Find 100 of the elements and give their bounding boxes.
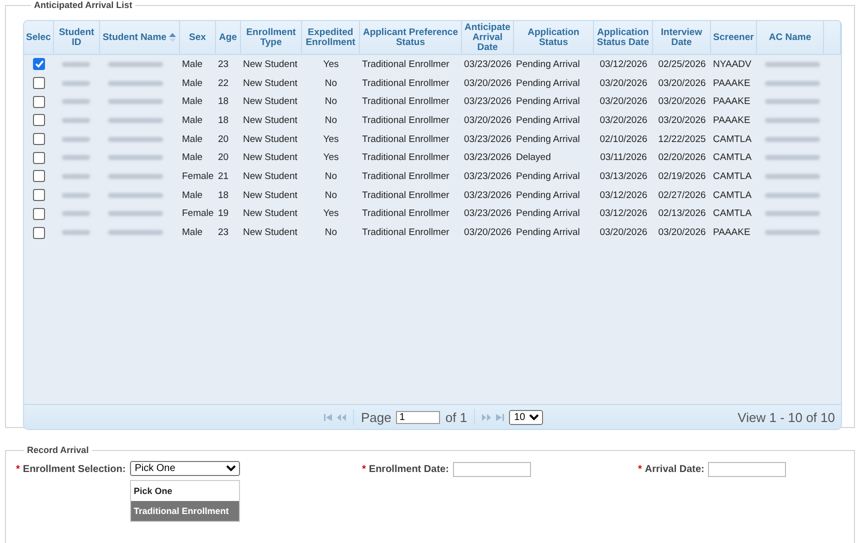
row-checkbox[interactable] [33, 170, 45, 182]
table-cell: Male [182, 190, 203, 201]
column-header[interactable]: Student ID [54, 21, 100, 54]
column-header[interactable]: Age [216, 21, 241, 54]
table-cell: 03/23/2026 [464, 58, 512, 70]
table-cell: 02/25/2026 [658, 58, 706, 70]
table-cell: Traditional Enrollmer [362, 227, 450, 238]
row-checkbox[interactable] [33, 152, 45, 164]
blurred-text [62, 136, 90, 142]
table-cell: Traditional Enrollmer [362, 208, 450, 220]
table-cell: Pending Arrival [516, 227, 580, 238]
table-cell: 20 [218, 134, 229, 145]
table-cell: No [324, 114, 338, 126]
field-label: Arrival Date: [644, 464, 704, 475]
column-header[interactable]: Application Status Date [594, 21, 653, 54]
row-checkbox[interactable] [33, 77, 45, 90]
table-cell: 03/20/2026 [600, 78, 648, 89]
table-cell: New Student [243, 78, 298, 89]
blurred-text [62, 155, 90, 160]
table-cell: 03/23/2026 [464, 96, 512, 108]
table-cell: 18 [218, 190, 229, 201]
date-field[interactable] [452, 462, 531, 477]
table-cell: NYAADV [713, 58, 752, 70]
column-header[interactable]: Sex [180, 21, 216, 54]
table-cell: 03/12/2026 [600, 190, 648, 201]
table-cell: 03/20/2026 [464, 114, 512, 126]
table-cell: 12/22/2025 [658, 134, 706, 145]
blurred-text [108, 211, 163, 216]
blurred-text [765, 174, 820, 179]
blurred-text [765, 230, 820, 236]
column-header[interactable]: Interview Date [653, 21, 711, 54]
row-checkbox[interactable] [33, 226, 45, 239]
panel-legend: Record Arrival [24, 445, 92, 455]
dropdown-option[interactable]: Traditional Enrollment [130, 501, 239, 521]
table-cell: Male [182, 96, 203, 108]
table-cell: 02/10/2026 [600, 134, 648, 145]
table-cell: Pending Arrival [516, 208, 580, 220]
table-cell: 03/20/2026 [658, 114, 706, 126]
table-cell: 02/27/2026 [658, 190, 706, 201]
table-cell: Male [182, 114, 203, 126]
table-cell: 23 [218, 227, 229, 238]
page-label: Page [361, 410, 392, 424]
table-cell: New Student [243, 190, 298, 201]
table-cell: New Student [243, 208, 298, 220]
column-header[interactable]: Screener [711, 21, 757, 54]
row-checkbox[interactable] [33, 189, 45, 202]
row-checkbox[interactable] [33, 96, 45, 108]
table-cell: 03/23/2026 [464, 170, 512, 182]
row-checkbox[interactable] [33, 114, 45, 126]
table-cell: Traditional Enrollmer [362, 134, 450, 145]
column-header[interactable]: Enrollment Type [241, 21, 302, 54]
row-checkbox[interactable] [33, 208, 45, 220]
page-count: of 1 [445, 410, 468, 424]
date-field[interactable] [708, 462, 786, 477]
page-size-select[interactable]: 10 [509, 410, 544, 424]
table-cell: 03/20/2026 [464, 78, 512, 89]
blurred-text [108, 174, 163, 179]
column-header[interactable]: AC Name [757, 21, 824, 54]
table-cell: 19 [218, 208, 229, 220]
column-header[interactable]: Selec [24, 21, 54, 54]
table-cell: New Student [243, 114, 298, 126]
table-cell: Female [182, 170, 214, 182]
column-header[interactable]: Anticipate Arrival Date [462, 21, 514, 54]
table-cell: Pending Arrival [516, 190, 580, 201]
sort-icon[interactable] [169, 33, 176, 42]
blurred-text [62, 192, 90, 198]
blurred-text [108, 62, 163, 67]
required-marker: * [362, 464, 366, 475]
blurred-text [62, 80, 90, 86]
table-cell: 02/20/2026 [658, 152, 706, 164]
field-label: Enrollment Date: [368, 464, 449, 475]
blurred-text [108, 136, 163, 142]
table-cell: New Student [243, 152, 298, 164]
table-cell: Traditional Enrollmer [362, 78, 450, 89]
table-cell: Traditional Enrollmer [362, 58, 450, 70]
table-cell: Traditional Enrollmer [362, 152, 450, 164]
column-header[interactable]: Expedited Enrollment [302, 21, 360, 54]
table-cell: 18 [218, 96, 229, 108]
table-cell: New Student [243, 58, 298, 70]
blurred-text [108, 155, 163, 160]
table-cell: 23 [218, 58, 229, 70]
column-header[interactable]: Application Status [514, 21, 594, 54]
table-cell: Traditional Enrollmer [362, 190, 450, 201]
dropdown-option[interactable]: Pick One [130, 481, 239, 501]
table-cell: Male [182, 152, 203, 164]
table-cell: Male [182, 134, 203, 145]
table-cell: Pending Arrival [516, 78, 580, 89]
column-header[interactable]: Student Name [100, 21, 180, 54]
blurred-text [108, 99, 163, 104]
table-cell: PAAAKE [713, 78, 750, 89]
enrollment-select[interactable]: Pick One [130, 461, 240, 476]
table-cell: CAMTLA [713, 170, 752, 182]
table-cell: CAMTLA [713, 134, 752, 145]
page-input[interactable]: 1 [396, 410, 440, 424]
records-summary: View 1 - 10 of 10 [738, 410, 835, 424]
row-checkbox[interactable] [33, 133, 45, 146]
table-cell: 03/20/2026 [658, 78, 706, 89]
blurred-text [62, 118, 90, 123]
column-header[interactable]: Applicant Preference Status [360, 21, 462, 54]
table-cell: 22 [218, 78, 229, 89]
